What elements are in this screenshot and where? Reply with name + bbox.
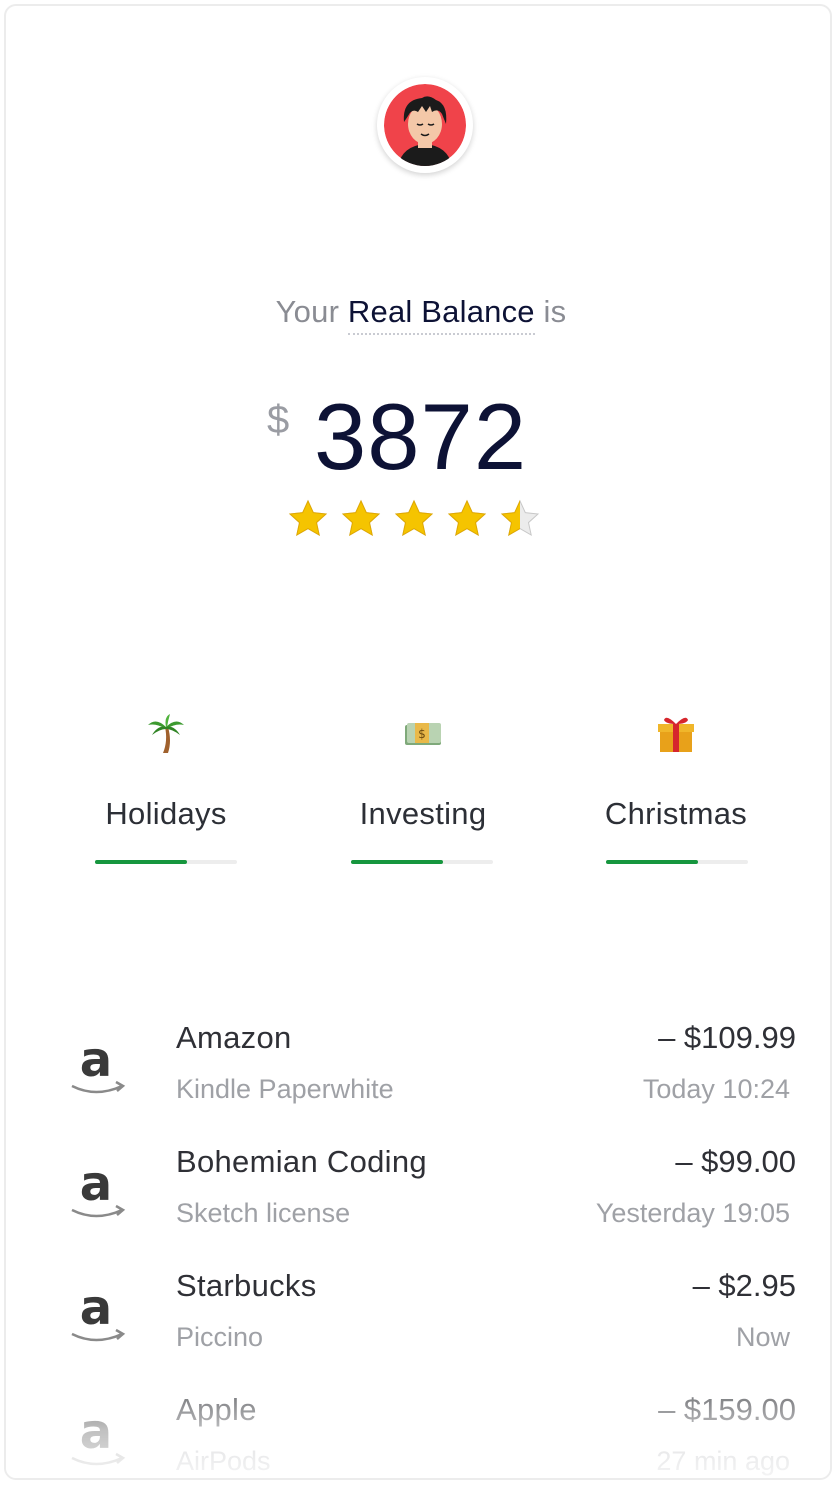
avatar[interactable]	[377, 77, 473, 173]
amazon-icon: a	[68, 1404, 128, 1474]
star-icon	[500, 499, 540, 536]
amazon-icon: a	[68, 1156, 128, 1226]
transaction-merchant: Apple	[176, 1392, 257, 1427]
goal-holidays[interactable]: Holidays	[66, 706, 266, 864]
transaction-time: Yesterday 19:05	[595, 1198, 790, 1228]
transaction-time: Today 10:24	[642, 1074, 790, 1104]
transaction-merchant: Bohemian Coding	[176, 1144, 427, 1179]
svg-text:a: a	[80, 1404, 112, 1460]
transaction-amount: – $99.00	[675, 1144, 796, 1179]
svg-text:a: a	[80, 1032, 112, 1088]
star-icon	[288, 499, 328, 536]
transaction-row[interactable]: a Bohemian Coding Sketch license – $99.0…	[6, 1144, 830, 1256]
goal-progress-track	[606, 860, 748, 864]
amazon-icon: a	[68, 1280, 128, 1350]
transaction-row[interactable]: a Amazon Kindle Paperwhite – $109.99 Tod…	[6, 1020, 830, 1132]
transaction-amount: – $159.00	[658, 1392, 796, 1427]
goal-label: Christmas	[604, 796, 748, 831]
transaction-time: 27 min ago	[656, 1446, 790, 1476]
transaction-amount: – $2.95	[692, 1268, 796, 1303]
money-icon: $	[323, 706, 523, 762]
balance-suffix: is	[543, 294, 567, 329]
transaction-item: AirPods	[176, 1446, 271, 1476]
transaction-item: Sketch license	[176, 1198, 351, 1228]
balance-prefix: Your	[275, 294, 340, 329]
amazon-icon: a	[68, 1032, 128, 1102]
transaction-time: Now	[735, 1322, 790, 1352]
avatar-icon	[384, 84, 466, 166]
goal-investing[interactable]: $ Investing	[323, 706, 523, 864]
transaction-item: Piccino	[176, 1322, 264, 1352]
transaction-item: Kindle Paperwhite	[176, 1074, 394, 1104]
transaction-row[interactable]: a Apple AirPods – $159.00 27 min ago	[6, 1392, 830, 1478]
transaction-merchant: Amazon	[176, 1020, 292, 1055]
star-icon	[394, 499, 434, 536]
rating-stars	[288, 499, 548, 543]
goal-progress-fill	[606, 860, 699, 864]
gift-icon	[576, 706, 776, 762]
balance-heading: Your Real Balance is	[6, 294, 830, 335]
palm-tree-icon	[66, 706, 266, 762]
goal-progress-track	[95, 860, 237, 864]
goal-progress-fill	[351, 860, 444, 864]
balance-card: Your Real Balance is $ 3872 Holidays $ I…	[4, 4, 832, 1480]
balance-amount: 3872	[314, 384, 528, 489]
star-icon	[341, 499, 381, 536]
goal-progress-track	[351, 860, 493, 864]
svg-text:$: $	[418, 727, 426, 741]
goal-christmas[interactable]: Christmas	[576, 706, 776, 864]
currency-symbol: $	[267, 398, 290, 442]
goal-label: Investing	[359, 796, 487, 831]
transaction-merchant: Starbucks	[176, 1268, 317, 1303]
goal-progress-fill	[95, 860, 188, 864]
svg-text:a: a	[80, 1280, 112, 1336]
svg-text:a: a	[80, 1156, 112, 1212]
star-icon	[447, 499, 487, 536]
transaction-row[interactable]: a Starbucks Piccino – $2.95 Now	[6, 1268, 830, 1380]
real-balance-link[interactable]: Real Balance	[347, 294, 535, 335]
transaction-amount: – $109.99	[658, 1020, 796, 1055]
goal-label: Holidays	[105, 796, 227, 831]
